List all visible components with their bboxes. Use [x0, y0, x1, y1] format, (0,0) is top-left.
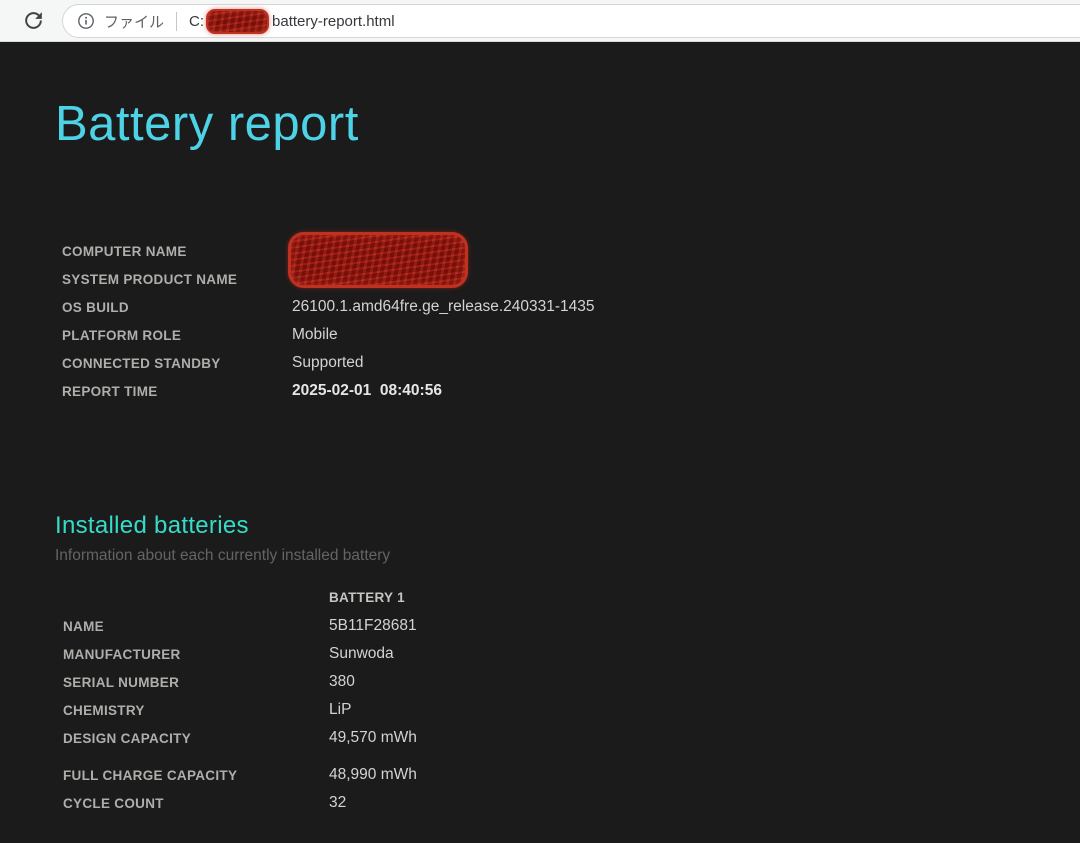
browser-window: ファイル C: battery-report.html Battery repor…: [0, 0, 1080, 843]
battery-column-header: BATTERY 1: [329, 590, 703, 605]
row-value: 49,570 mWh: [329, 729, 703, 747]
row-value: Sunwoda: [329, 645, 703, 663]
table-row: CHEMISTRY LiP: [63, 696, 703, 724]
battery-table: BATTERY 1 NAME 5B11F28681 MANUFACTURER S…: [63, 582, 703, 817]
row-label: SERIAL NUMBER: [63, 675, 329, 690]
table-row: PLATFORM ROLE Mobile: [62, 321, 702, 349]
table-row: CYCLE COUNT 32: [63, 789, 703, 817]
reload-button[interactable]: [20, 8, 47, 35]
page-title: Battery report: [55, 96, 359, 152]
reload-icon: [21, 8, 46, 33]
row-value: 5B11F28681: [329, 617, 703, 635]
installed-batteries-section: Installed batteries Information about ea…: [55, 512, 390, 565]
url-redaction: [206, 9, 269, 34]
row-label: FULL CHARGE CAPACITY: [63, 768, 329, 783]
table-row: NAME 5B11F28681: [63, 612, 703, 640]
section-subtitle: Information about each currently install…: [55, 547, 390, 565]
info-icon[interactable]: [77, 12, 95, 30]
table-row: SERIAL NUMBER 380: [63, 668, 703, 696]
row-label: REPORT TIME: [62, 384, 292, 399]
row-label: CYCLE COUNT: [63, 796, 329, 811]
section-heading: Installed batteries: [55, 512, 390, 540]
row-label: OS BUILD: [62, 300, 292, 315]
address-bar[interactable]: ファイル C: battery-report.html: [62, 4, 1080, 38]
browser-toolbar: ファイル C: battery-report.html: [0, 0, 1080, 42]
row-label: SYSTEM PRODUCT NAME: [62, 272, 292, 287]
address-divider: [176, 12, 177, 31]
row-value: Supported: [292, 354, 702, 372]
row-value: LiP: [329, 701, 703, 719]
table-row: REPORT TIME 2025-02-01 08:40:56: [62, 377, 702, 405]
row-label: COMPUTER NAME: [62, 244, 292, 259]
table-row: DESIGN CAPACITY 49,570 mWh: [63, 724, 703, 752]
row-value: 26100.1.amd64fre.ge_release.240331-1435: [292, 298, 702, 316]
row-label: DESIGN CAPACITY: [63, 731, 329, 746]
row-label: CONNECTED STANDBY: [62, 356, 292, 371]
row-label: PLATFORM ROLE: [62, 328, 292, 343]
table-row: FULL CHARGE CAPACITY 48,990 mWh: [63, 761, 703, 789]
row-label: CHEMISTRY: [63, 703, 329, 718]
url-prefix: C:: [189, 13, 204, 30]
row-label: NAME: [63, 619, 329, 634]
row-value: 380: [329, 673, 703, 691]
table-row: MANUFACTURER Sunwoda: [63, 640, 703, 668]
system-info-table: COMPUTER NAME SYSTEM PRODUCT NAME OS BUI…: [62, 237, 702, 405]
url-text: C: battery-report.html: [189, 9, 395, 34]
table-row: OS BUILD 26100.1.amd64fre.ge_release.240…: [62, 293, 702, 321]
site-info-label: ファイル: [104, 11, 164, 32]
row-value: 48,990 mWh: [329, 766, 703, 784]
url-suffix: battery-report.html: [272, 13, 395, 30]
row-label: MANUFACTURER: [63, 647, 329, 662]
battery-table-header: BATTERY 1: [63, 582, 703, 612]
report-time-value: 2025-02-01 08:40:56: [292, 382, 702, 400]
row-value: 32: [329, 794, 703, 812]
row-value: Mobile: [292, 326, 702, 344]
table-row: CONNECTED STANDBY Supported: [62, 349, 702, 377]
computer-name-redaction: [288, 232, 468, 288]
battery-report-page: Battery report COMPUTER NAME SYSTEM PROD…: [0, 42, 1080, 843]
